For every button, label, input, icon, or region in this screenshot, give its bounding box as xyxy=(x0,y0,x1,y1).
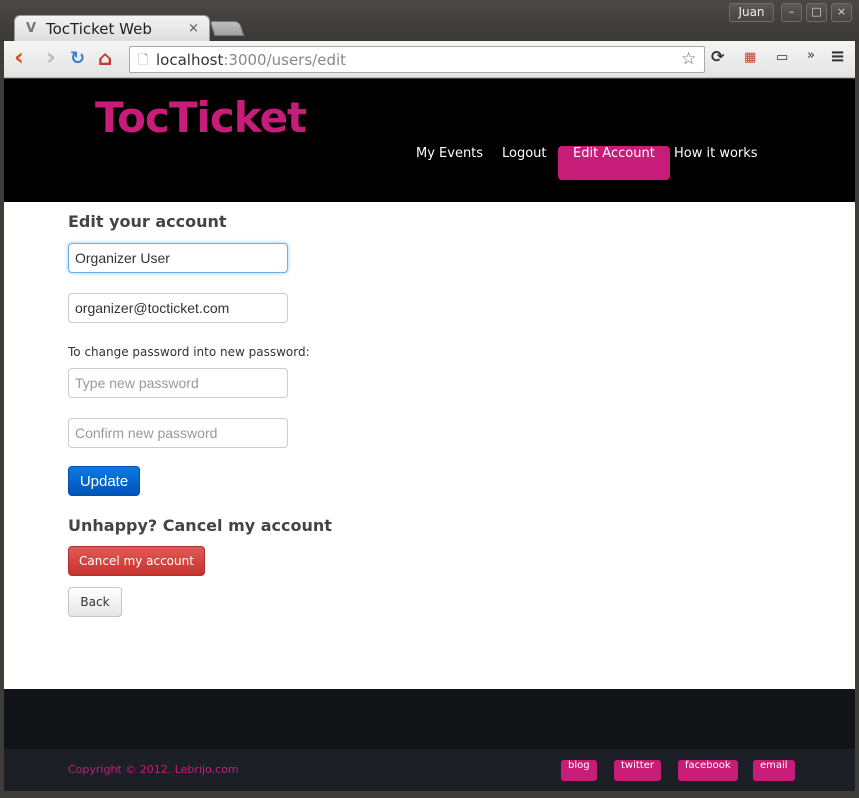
chrome-menu-icon[interactable]: ≡ xyxy=(830,46,845,67)
back-icon[interactable]: ‹ xyxy=(14,43,24,71)
browser-tab[interactable]: V TocTicket Web × xyxy=(14,15,210,42)
back-button[interactable]: Back xyxy=(68,587,122,617)
nav-edit-account[interactable]: Edit Account xyxy=(558,146,670,180)
web-page: TocTicket My Events Logout Edit Account … xyxy=(4,79,855,791)
url-text: localhost:3000/users/edit xyxy=(156,51,346,69)
maximize-icon[interactable]: □ xyxy=(806,3,827,22)
reload-icon[interactable]: ↻ xyxy=(70,48,85,69)
browser-toolbar: ‹ › ↻ ⌂ 🗋 localhost:3000/users/edit ☆ ⟳ … xyxy=(4,41,855,78)
email-field[interactable] xyxy=(68,293,288,323)
footer-link-facebook[interactable]: facebook xyxy=(678,760,738,781)
url-path: :3000/users/edit xyxy=(223,51,347,69)
cancel-account-heading: Unhappy? Cancel my account xyxy=(68,516,332,535)
edit-account-heading: Edit your account xyxy=(68,212,227,231)
more-extensions-icon[interactable]: » xyxy=(807,48,815,63)
forward-icon[interactable]: › xyxy=(46,43,56,71)
name-field[interactable] xyxy=(68,243,288,273)
footer-link-email[interactable]: email xyxy=(753,760,795,781)
window-close-icon[interactable]: × xyxy=(831,3,852,22)
copyright-link[interactable]: Copyright © 2012. Lebrijo.com xyxy=(68,763,239,776)
home-icon[interactable]: ⌂ xyxy=(98,46,112,70)
site-navbar: TocTicket My Events Logout Edit Account … xyxy=(4,79,855,202)
footer-link-twitter[interactable]: twitter xyxy=(614,760,661,781)
nav-logout[interactable]: Logout xyxy=(487,146,562,180)
page-icon: 🗋 xyxy=(138,53,149,68)
password-change-label: To change password into new password: xyxy=(68,345,310,359)
footer-top-band xyxy=(4,689,855,749)
tab-favicon-icon: V xyxy=(26,21,37,36)
update-button[interactable]: Update xyxy=(68,466,140,496)
address-bar[interactable]: 🗋 localhost:3000/users/edit ☆ xyxy=(129,46,705,73)
confirm-password-field[interactable] xyxy=(68,418,288,448)
nav-how-it-works[interactable]: How it works xyxy=(659,146,773,180)
minimize-icon[interactable]: – xyxy=(781,3,802,22)
url-host: localhost xyxy=(156,51,224,69)
ruler-extension-icon[interactable]: ▭ xyxy=(776,50,788,65)
footer-link-blog[interactable]: blog xyxy=(561,760,597,781)
flag-extension-icon[interactable]: ▦ xyxy=(744,50,756,65)
footer: Copyright © 2012. Lebrijo.com blog twitt… xyxy=(4,749,855,791)
nav-my-events[interactable]: My Events xyxy=(401,146,498,180)
tab-title: TocTicket Web xyxy=(46,20,152,38)
tab-close-icon[interactable]: × xyxy=(188,21,199,36)
cancel-account-button[interactable]: Cancel my account xyxy=(68,546,205,576)
profile-user-button[interactable]: Juan xyxy=(729,3,774,22)
new-tab-button[interactable] xyxy=(209,21,245,36)
browser-window: V TocTicket Web × Juan – □ × ‹ › ↻ ⌂ 🗋 l… xyxy=(0,0,859,798)
bookmark-star-icon[interactable]: ☆ xyxy=(681,49,696,69)
site-brand-logo[interactable]: TocTicket xyxy=(95,93,307,142)
new-password-field[interactable] xyxy=(68,368,288,398)
title-bar: V TocTicket Web × Juan – □ × xyxy=(0,0,859,42)
sync-extension-icon[interactable]: ⟳ xyxy=(711,47,724,66)
